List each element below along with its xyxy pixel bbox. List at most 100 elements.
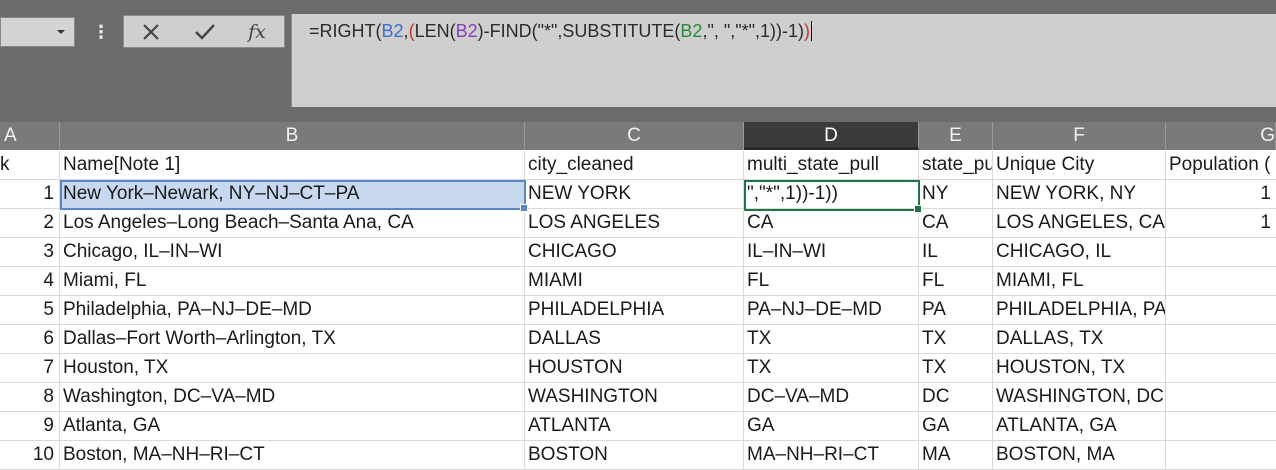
column-header-d[interactable]: D	[744, 122, 919, 150]
column-header-g[interactable]: G	[1166, 122, 1276, 150]
cell[interactable]: NEW YORK, NY	[993, 180, 1166, 209]
cell[interactable]: TX	[744, 354, 919, 383]
cell[interactable]	[1166, 412, 1276, 441]
cell[interactable]: CA	[919, 209, 993, 238]
cell[interactable]: ATLANTA, GA	[993, 412, 1166, 441]
cell[interactable]	[1166, 267, 1276, 296]
cell[interactable]: BOSTON, MA	[993, 441, 1166, 470]
cell[interactable]: TX	[744, 325, 919, 354]
cell[interactable]: 1	[1166, 180, 1276, 209]
cell[interactable]: DC–VA–MD	[744, 383, 919, 412]
cell[interactable]: MIAMI	[525, 267, 744, 296]
cell[interactable]: Boston, MA–NH–RI–CT	[60, 441, 525, 470]
cell[interactable]: Los Angeles–Long Beach–Santa Ana, CA	[60, 209, 525, 238]
table-row: 2 Los Angeles–Long Beach–Santa Ana, CA LOS…	[0, 209, 1276, 238]
cell[interactable]: Chicago, IL–IN–WI	[60, 238, 525, 267]
cell[interactable]: FL	[919, 267, 993, 296]
cell[interactable]: WASHINGTON	[525, 383, 744, 412]
checkmark-icon[interactable]	[190, 19, 220, 45]
formula-bar-area: ⋮ fx =RIGHT(B2,(LEN(B2)-FIND("*",SUBSTIT…	[0, 0, 1276, 107]
formula-buttons: fx	[123, 15, 285, 48]
cell[interactable]: DC	[919, 383, 993, 412]
cell[interactable]: CHICAGO, IL	[993, 238, 1166, 267]
cell[interactable]: Unique City	[993, 151, 1166, 180]
cell[interactable]: CA	[744, 209, 919, 238]
cell[interactable]: Population (	[1166, 151, 1276, 180]
cell[interactable]: WASHINGTON, DC	[993, 383, 1166, 412]
formula-token: "*"	[537, 21, 558, 41]
cell[interactable]: TX	[919, 325, 993, 354]
cell[interactable]	[1166, 325, 1276, 354]
column-header-e[interactable]: E	[919, 122, 993, 150]
row-header[interactable]: 3	[0, 238, 60, 267]
cell[interactable]	[1166, 383, 1276, 412]
cell[interactable]: MA–NH–RI–CT	[744, 441, 919, 470]
formula-input[interactable]: =RIGHT(B2,(LEN(B2)-FIND("*",SUBSTITUTE(B…	[291, 14, 1276, 107]
cell[interactable]: MA	[919, 441, 993, 470]
cell[interactable]: DALLAS, TX	[993, 325, 1166, 354]
cell[interactable]: GA	[744, 412, 919, 441]
row-header[interactable]: 7	[0, 354, 60, 383]
cell[interactable]: LOS ANGELES, CA	[993, 209, 1166, 238]
ribbon-gap	[0, 107, 1276, 122]
cell[interactable]: city_cleaned	[525, 151, 744, 180]
row-header[interactable]: 4	[0, 267, 60, 296]
cell[interactable]: HOUSTON	[525, 354, 744, 383]
cell[interactable]: PA–NJ–DE–MD	[744, 296, 919, 325]
cell[interactable]: GA	[919, 412, 993, 441]
insert-function-button[interactable]: fx	[242, 19, 272, 45]
name-box[interactable]	[0, 17, 75, 47]
row-header[interactable]: 10	[0, 441, 60, 470]
cell[interactable]: NY	[919, 180, 993, 209]
row-header[interactable]: 2	[0, 209, 60, 238]
formula-token: ,", ","*",1))-1)	[702, 21, 805, 41]
cell[interactable]: ","*",1))-1))	[744, 180, 919, 209]
cell[interactable]: Atlanta, GA	[60, 412, 525, 441]
cell[interactable]: state_pull	[919, 151, 993, 180]
cell[interactable]: Miami, FL	[60, 267, 525, 296]
cell[interactable]: BOSTON	[525, 441, 744, 470]
cell[interactable]: NEW YORK	[525, 180, 744, 209]
cell[interactable]: 1	[1166, 209, 1276, 238]
cell[interactable]: LOS ANGELES	[525, 209, 744, 238]
cell[interactable]: multi_state_pull	[744, 151, 919, 180]
cell[interactable]	[1166, 354, 1276, 383]
row-header[interactable]: 5	[0, 296, 60, 325]
cell[interactable]	[1166, 441, 1276, 470]
cell[interactable]: TX	[919, 354, 993, 383]
chevron-down-icon[interactable]	[57, 30, 65, 34]
cell[interactable]: DALLAS	[525, 325, 744, 354]
cell[interactable]: IL–IN–WI	[744, 238, 919, 267]
cell[interactable]: PHILADELPHIA	[525, 296, 744, 325]
cell[interactable]: PHILADELPHIA, PA	[993, 296, 1166, 325]
cell[interactable]: Houston, TX	[60, 354, 525, 383]
row-header[interactable]: 9	[0, 412, 60, 441]
column-header-f[interactable]: F	[993, 122, 1166, 150]
row-header[interactable]: 6	[0, 325, 60, 354]
cell[interactable]: IL	[919, 238, 993, 267]
cell[interactable]	[1166, 238, 1276, 267]
row-header[interactable]: 8	[0, 383, 60, 412]
column-header-b[interactable]: B	[60, 122, 525, 150]
formula-text: =RIGHT(B2,(LEN(B2)-FIND("*",SUBSTITUTE(B…	[309, 21, 810, 41]
column-header-c[interactable]: C	[525, 122, 744, 150]
column-header-a[interactable]: A	[0, 122, 60, 150]
table-row: 10 Boston, MA–NH–RI–CT BOSTON MA–NH–RI–CT MA…	[0, 441, 1276, 470]
cell[interactable]: MIAMI, FL	[993, 267, 1166, 296]
cell[interactable]	[1166, 296, 1276, 325]
cell[interactable]: Dallas–Fort Worth–Arlington, TX	[60, 325, 525, 354]
cell[interactable]: New York–Newark, NY–NJ–CT–PA	[60, 180, 525, 209]
row-header[interactable]: k	[0, 151, 60, 180]
row-header[interactable]: 1	[0, 180, 60, 209]
x-icon[interactable]	[136, 19, 166, 45]
cell[interactable]: Philadelphia, PA–NJ–DE–MD	[60, 296, 525, 325]
cell[interactable]: Name[Note 1]	[60, 151, 525, 180]
cell[interactable]: HOUSTON, TX	[993, 354, 1166, 383]
cell[interactable]: Washington, DC–VA–MD	[60, 383, 525, 412]
cell[interactable]: FL	[744, 267, 919, 296]
table-row: 5 Philadelphia, PA–NJ–DE–MD PHILADELPHIA PA…	[0, 296, 1276, 325]
more-options-icon[interactable]: ⋮	[92, 20, 110, 44]
cell[interactable]: PA	[919, 296, 993, 325]
cell[interactable]: CHICAGO	[525, 238, 744, 267]
cell[interactable]: ATLANTA	[525, 412, 744, 441]
